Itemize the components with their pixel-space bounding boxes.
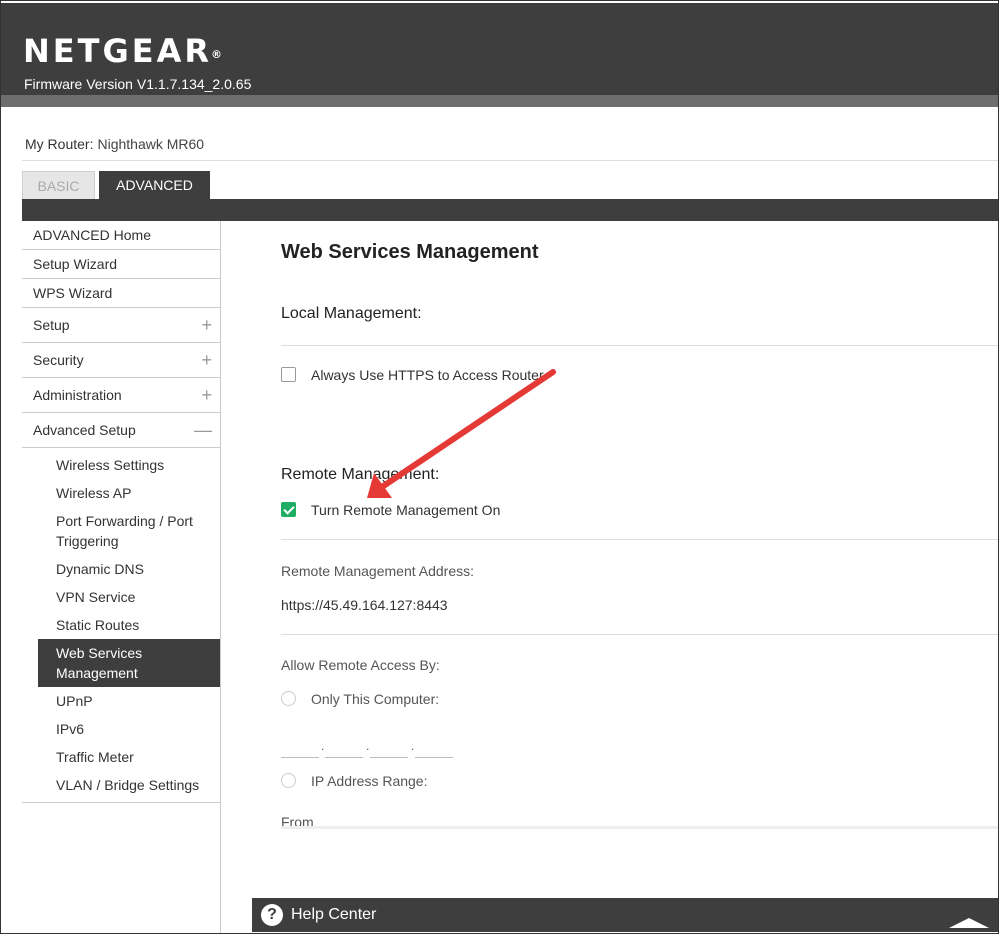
sidebar-separator: [220, 221, 221, 934]
router-name: Nighthawk MR60: [97, 136, 205, 152]
remote-address-label: Remote Management Address:: [281, 563, 474, 579]
ip-separator: .: [411, 739, 415, 753]
sidebar-item-label: ADVANCED Home: [33, 227, 151, 243]
sidebar-item-setup[interactable]: Setup +: [22, 308, 220, 343]
remote-management-checkbox-label[interactable]: Turn Remote Management On: [311, 502, 500, 518]
ip-range-radio[interactable]: [281, 773, 296, 788]
submenu-item-upnp[interactable]: UPnP: [22, 687, 220, 715]
submenu-item-vpn-service[interactable]: VPN Service: [22, 583, 220, 611]
sidebar-item-advanced-setup[interactable]: Advanced Setup —: [22, 413, 220, 448]
ip-octet-4-input[interactable]: [415, 757, 453, 758]
advanced-setup-submenu: Wireless Settings Wireless AP Port Forwa…: [22, 448, 220, 799]
sidebar-item-setup-wizard[interactable]: Setup Wizard: [22, 250, 220, 279]
sidebar-item-security[interactable]: Security +: [22, 343, 220, 378]
allow-remote-access-label: Allow Remote Access By:: [281, 657, 440, 673]
collapse-icon[interactable]: —: [194, 413, 212, 447]
expand-icon[interactable]: +: [201, 378, 212, 412]
help-center-label[interactable]: Help Center: [291, 906, 376, 924]
ip-separator: .: [366, 739, 370, 753]
sidebar-item-wps-wizard[interactable]: WPS Wizard: [22, 279, 220, 308]
remote-address-value: https://45.49.164.127:8443: [281, 597, 448, 613]
https-checkbox[interactable]: [281, 367, 296, 382]
help-icon[interactable]: ?: [261, 904, 283, 926]
submenu-item-wireless-settings[interactable]: Wireless Settings: [22, 451, 220, 479]
sidebar-item-advanced-home[interactable]: ADVANCED Home: [22, 221, 220, 250]
divider: [281, 539, 998, 540]
sidebar-item-label: WPS Wizard: [33, 285, 113, 301]
tab-advanced[interactable]: ADVANCED: [99, 171, 210, 200]
local-management-heading: Local Management:: [281, 305, 422, 322]
firmware-version: Firmware Version V1.1.7.134_2.0.65: [24, 76, 251, 92]
sidebar: ADVANCED Home Setup Wizard WPS Wizard Se…: [22, 221, 220, 803]
divider: [281, 345, 998, 346]
https-checkbox-label[interactable]: Always Use HTTPS to Access Router: [311, 367, 544, 383]
header-strip: [1, 95, 998, 107]
divider: [22, 160, 999, 161]
firmware-label: Firmware Version: [24, 76, 133, 92]
expand-up-icon[interactable]: [949, 918, 989, 928]
sidebar-item-administration[interactable]: Administration +: [22, 378, 220, 413]
ip-separator: .: [321, 739, 325, 753]
submenu-item-static-routes[interactable]: Static Routes: [22, 611, 220, 639]
ip-octet-1-input[interactable]: [281, 757, 319, 758]
ip-range-label[interactable]: IP Address Range:: [311, 773, 427, 789]
my-router: My Router: Nighthawk MR60: [25, 136, 204, 152]
only-this-computer-label[interactable]: Only This Computer:: [311, 691, 439, 707]
ip-octet-3-input[interactable]: [370, 757, 408, 758]
page-title: Web Services Management: [281, 241, 539, 263]
sidebar-item-label: Administration: [33, 387, 122, 403]
sidebar-item-label: Setup Wizard: [33, 256, 118, 272]
submenu-item-dynamic-dns[interactable]: Dynamic DNS: [22, 555, 220, 583]
ip-octet-2-input[interactable]: [325, 757, 363, 758]
submenu-item-port-forwarding[interactable]: Port Forwarding / Port Triggering: [22, 507, 220, 555]
submenu-item-ipv6[interactable]: IPv6: [22, 715, 220, 743]
remote-management-heading: Remote Management:: [281, 466, 440, 483]
only-this-computer-radio[interactable]: [281, 691, 296, 706]
remote-management-checkbox[interactable]: [281, 502, 296, 517]
tab-bar: [22, 199, 999, 221]
help-center-bar[interactable]: ? Help Center: [252, 898, 999, 932]
tab-basic[interactable]: BASIC: [22, 171, 95, 200]
scroll-fade: [281, 826, 999, 829]
sidebar-item-label: Setup: [33, 317, 70, 333]
firmware-value: V1.1.7.134_2.0.65: [136, 76, 252, 92]
sidebar-item-label: Security: [33, 352, 84, 368]
submenu-item-traffic-meter[interactable]: Traffic Meter: [22, 743, 220, 771]
netgear-logo[interactable]: NETGEAR®: [23, 33, 223, 69]
expand-icon[interactable]: +: [201, 308, 212, 342]
submenu-item-web-services-management[interactable]: Web Services Management: [38, 639, 220, 687]
expand-icon[interactable]: +: [201, 343, 212, 377]
sidebar-divider: [22, 802, 220, 803]
header-bar: NETGEAR® Firmware Version V1.1.7.134_2.0.…: [1, 3, 998, 95]
submenu-item-vlan-bridge[interactable]: VLAN / Bridge Settings: [22, 771, 220, 799]
submenu-item-wireless-ap[interactable]: Wireless AP: [22, 479, 220, 507]
my-router-label: My Router:: [25, 136, 94, 152]
sidebar-item-label: Advanced Setup: [33, 422, 136, 438]
divider: [281, 634, 998, 635]
